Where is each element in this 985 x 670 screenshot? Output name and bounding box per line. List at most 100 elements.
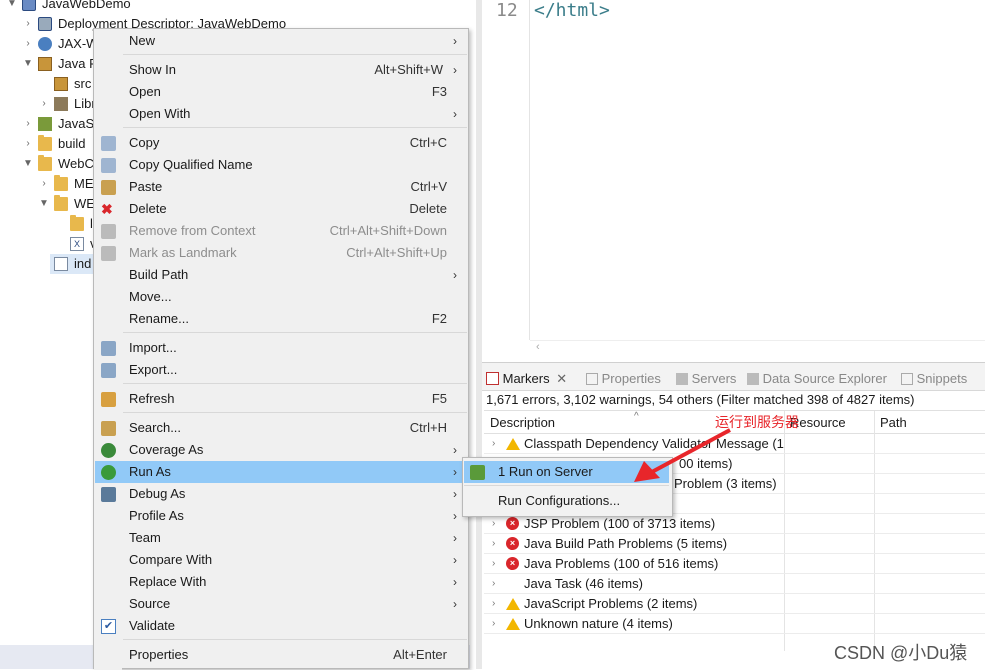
import-icon [101,341,116,356]
menu-item-new[interactable]: New › [95,30,467,52]
globe-icon [38,37,52,51]
chevron-right-icon[interactable]: › [22,114,34,134]
delete-icon: ✖ [101,201,113,217]
chevron-right-icon[interactable]: › [38,174,50,194]
menu-item-replace-with[interactable]: Replace With › [95,571,467,593]
menu-item-team[interactable]: Team › [95,527,467,549]
menu-item-debug-as[interactable]: Debug As › [95,483,467,505]
java-resources-icon [38,57,52,71]
menu-item-search[interactable]: Search... Ctrl+H [95,417,467,439]
descriptor-icon [38,17,52,31]
marker-row[interactable]: › Unknown nature (4 items) [484,614,985,634]
chevron-down-icon[interactable]: ▼ [6,0,18,14]
arrow-shaft [649,428,731,475]
menu-item-build-path[interactable]: Build Path › [95,264,467,286]
remove-icon [101,224,116,239]
file-icon [54,257,68,271]
folder-icon [54,175,68,191]
menu-separator [123,332,467,333]
menu-item-run-configurations[interactable]: Run Configurations... [464,490,669,512]
menu-item-source[interactable]: Source › [95,593,467,615]
menu-separator [123,127,467,128]
menu-item-open[interactable]: Open F3 [95,81,467,103]
menu-item-run-as[interactable]: Run As › [95,461,467,483]
menu-item-open-with[interactable]: Open With › [95,103,467,125]
sort-up-icon: ^ [634,411,639,422]
menu-item-profile-as[interactable]: Profile As › [95,505,467,527]
marker-row[interactable]: › × Java Problems (100 of 516 items) [484,554,985,574]
xml-file-icon: X [70,237,84,251]
tab-snippets[interactable]: Snippets [901,368,967,390]
chevron-right-icon: › [453,597,457,611]
chevron-right-icon[interactable]: › [492,534,495,554]
chevron-right-icon: › [453,553,457,567]
menu-item-export[interactable]: Export... [95,359,467,381]
menu-item-rename[interactable]: Rename... F2 [95,308,467,330]
menu-item-copy[interactable]: Copy Ctrl+C [95,132,467,154]
chevron-down-icon[interactable]: ▼ [38,194,50,214]
chevron-right-icon[interactable]: › [38,94,50,114]
menu-item-import[interactable]: Import... [95,337,467,359]
search-icon [101,421,116,436]
menu-item-refresh[interactable]: Refresh F5 [95,388,467,410]
chevron-right-icon: › [453,487,457,501]
menu-item-coverage-as[interactable]: Coverage As › [95,439,467,461]
menu-item-compare-with[interactable]: Compare With › [95,549,467,571]
chevron-right-icon[interactable]: › [22,34,34,54]
menu-item-properties[interactable]: Properties Alt+Enter [95,644,467,666]
menu-item-move[interactable]: Move... [95,286,467,308]
column-description[interactable]: Description [490,415,555,430]
properties-icon [586,373,598,385]
chevron-right-icon: › [453,465,457,479]
menu-item-remove-from-context[interactable]: Remove from Context Ctrl+Alt+Shift+Down [95,220,467,242]
folder-icon [70,215,84,231]
chevron-right-icon[interactable]: › [492,514,495,534]
chevron-right-icon: › [453,509,457,523]
warning-icon [506,617,520,630]
debug-icon [101,487,116,502]
marker-row[interactable]: › × Java Build Path Problems (5 items) [484,534,985,554]
chevron-down-icon[interactable]: ▼ [22,54,34,74]
source-folder-icon [54,77,68,91]
chevron-right-icon[interactable]: › [492,594,495,614]
menu-item-delete[interactable]: ✖ Delete Delete [95,198,467,220]
marker-row[interactable]: › Java Task (46 items) [484,574,985,594]
tab-servers[interactable]: Servers [676,368,736,390]
menu-item-paste[interactable]: Paste Ctrl+V [95,176,467,198]
menu-item-copy-qualified-name[interactable]: Copy Qualified Name [95,154,467,176]
chevron-right-icon[interactable]: › [492,614,495,634]
close-icon[interactable]: ✕ [556,371,567,386]
server-run-icon [470,465,485,480]
chevron-right-icon: › [453,34,457,48]
chevron-right-icon[interactable]: › [22,14,34,34]
chevron-right-icon[interactable]: › [492,554,495,574]
tab-markers[interactable]: Markers ✕ [486,368,567,390]
tree-item-index[interactable]: ind [50,254,98,274]
checkbox-checked-icon: ✔ [101,619,116,634]
menu-separator [123,54,467,55]
export-icon [101,363,116,378]
chevron-right-icon: › [453,531,457,545]
menu-item-validate[interactable]: ✔ Validate [95,615,467,637]
scroll-left-icon[interactable]: ‹ [536,341,540,353]
marker-row[interactable]: › × JSP Problem (100 of 3713 items) [484,514,985,534]
javascript-icon [38,117,52,131]
folder-open-icon [54,195,68,211]
chevron-right-icon[interactable]: › [22,134,34,154]
chevron-right-icon: › [453,107,457,121]
horizontal-scrollbar[interactable]: ‹ [530,340,985,356]
tab-data-source-explorer[interactable]: Data Source Explorer [747,368,887,390]
chevron-right-icon[interactable]: › [492,434,495,454]
editor[interactable]: 12 </html> ‹ [482,0,985,360]
run-icon [101,465,116,480]
menu-item-show-in[interactable]: Show In Alt+Shift+W › [95,59,467,81]
chevron-down-icon[interactable]: ▼ [22,154,34,174]
error-icon: × [506,517,519,530]
chevron-right-icon[interactable]: › [492,574,495,594]
copy-icon [101,158,116,173]
marker-row[interactable]: › JavaScript Problems (2 items) [484,594,985,614]
column-path[interactable]: Path [880,415,907,430]
servers-icon [676,373,688,385]
tab-properties[interactable]: Properties [586,368,661,390]
menu-item-mark-as-landmark[interactable]: Mark as Landmark Ctrl+Alt+Shift+Up [95,242,467,264]
